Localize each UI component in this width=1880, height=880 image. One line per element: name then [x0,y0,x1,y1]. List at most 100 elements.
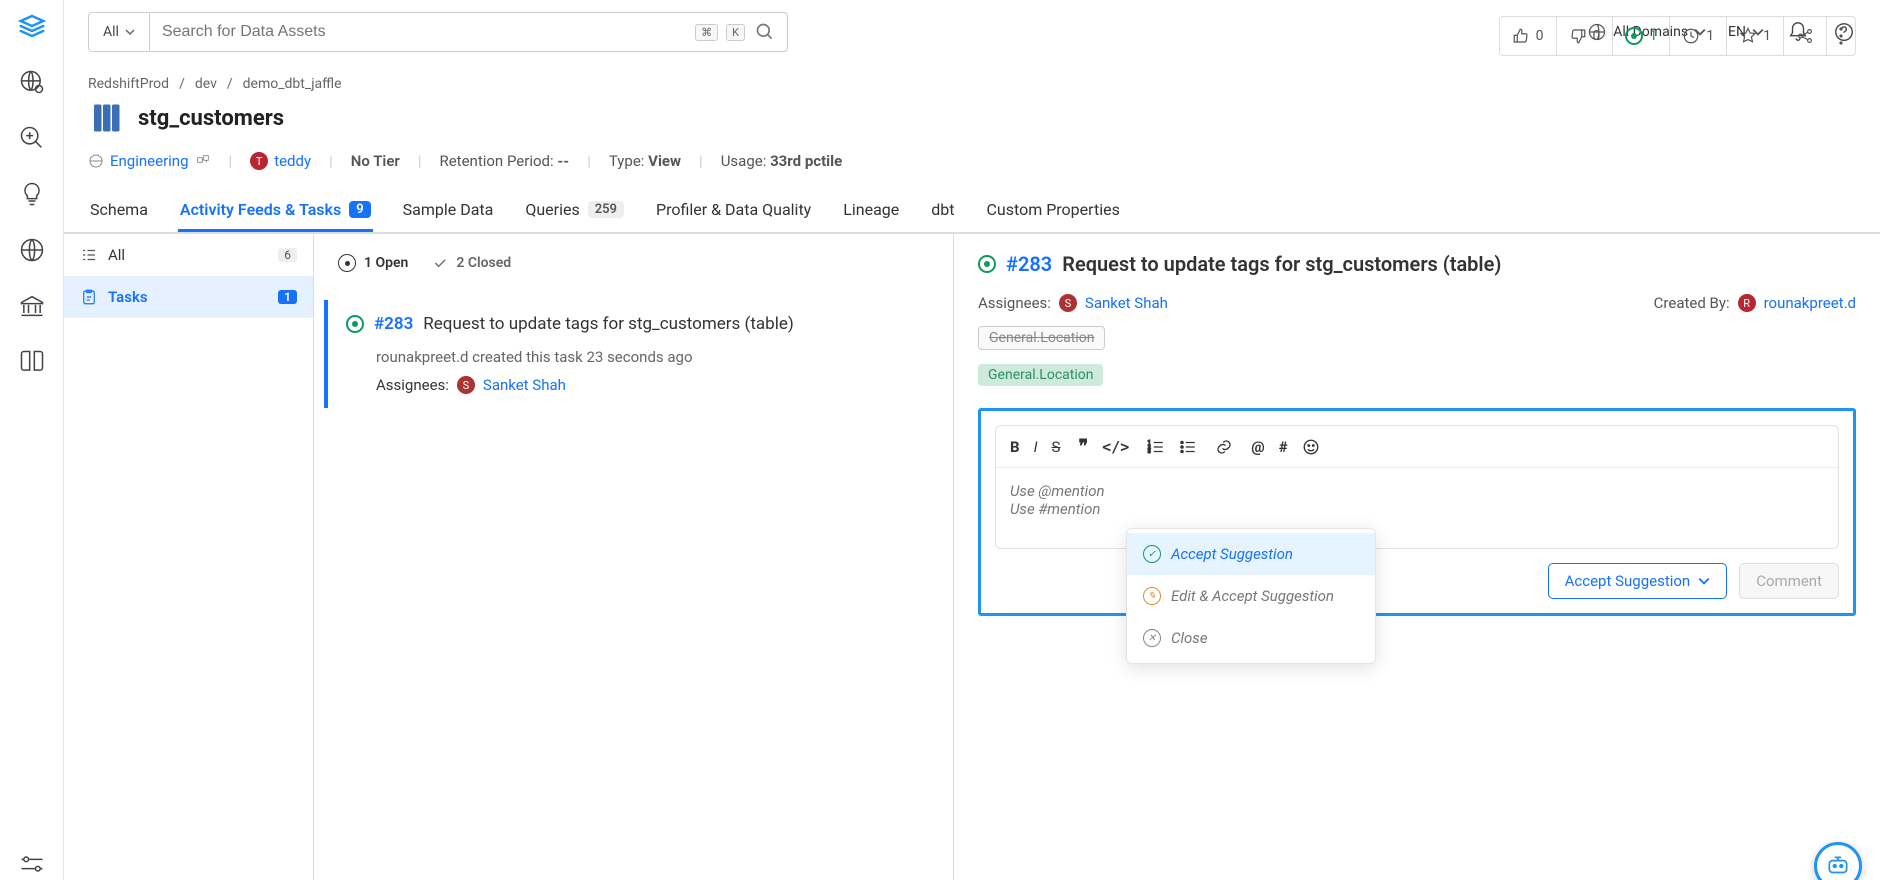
emoji-icon[interactable] [1302,438,1320,456]
search-scope-label: All [103,24,119,40]
breadcrumb-root[interactable]: RedshiftProd [88,76,169,92]
hashtag-icon[interactable]: # [1279,438,1288,456]
more-button[interactable] [1827,17,1855,55]
lightbulb-icon[interactable] [16,178,48,210]
creator-link[interactable]: rounakpreet.d [1764,294,1856,312]
page-title: stg_customers [138,106,284,131]
code-icon[interactable]: </> [1102,438,1129,456]
filter-all-count: 6 [278,248,297,262]
type-label: Type: [609,152,645,170]
table-icon [88,100,124,136]
queries-badge: 259 [588,201,624,218]
suggestion-dropdown: ✓ Accept Suggestion ✎ Edit & Accept Sugg… [1126,528,1376,664]
tab-dbt[interactable]: dbt [929,190,956,232]
open-status-icon [346,315,364,333]
accept-suggestion-button[interactable]: Accept Suggestion [1548,563,1728,599]
tab-queries[interactable]: Queries259 [523,190,626,232]
watch-button[interactable]: 1 [1670,17,1727,55]
tabs: Schema Activity Feeds & Tasks9 Sample Da… [88,190,1856,232]
task-created: rounakpreet.d created this task 23 secon… [376,348,925,366]
strike-icon[interactable]: S [1052,438,1061,456]
tag-added: General.Location [978,364,1103,386]
search-submit-icon[interactable] [753,20,777,44]
sliders-icon[interactable] [16,848,48,880]
breadcrumb-mid[interactable]: dev [195,76,217,92]
detail-assignees-label: Assignees: [978,294,1051,312]
tab-profiler[interactable]: Profiler & Data Quality [654,190,813,232]
assignee-avatar: S [457,376,475,394]
kbd-cmd: ⌘ [695,24,718,41]
open-tasks-button[interactable]: 1 [1613,17,1670,55]
action-bar: 0 0 1 1 1 [1499,16,1856,56]
open-filter[interactable]: 1 Open [338,254,408,272]
tab-sample-data[interactable]: Sample Data [401,190,496,232]
open-status-icon [978,255,996,273]
tab-lineage[interactable]: Lineage [841,190,901,232]
star-button[interactable]: 1 [1727,17,1784,55]
globe-icon[interactable] [16,234,48,266]
breadcrumb-leaf[interactable]: demo_dbt_jaffle [243,76,342,92]
kbd-k: K [726,24,745,41]
tab-custom-properties[interactable]: Custom Properties [985,190,1122,232]
link-icon[interactable] [1215,438,1233,456]
menu-close[interactable]: ✕ Close [1127,617,1375,659]
close-circle-icon: ✕ [1143,629,1161,647]
edit-circle-icon: ✎ [1143,587,1161,605]
task-id: #283 [374,314,413,334]
detail-assignee-avatar: S [1059,294,1077,312]
usage-value: 33rd pctile [770,152,842,170]
book-icon[interactable] [16,346,48,378]
task-list-panel: 1 Open 2 Closed #283 Request to update t… [314,234,954,880]
owner-link[interactable]: teddy [274,152,311,170]
filter-sidebar: All 6 Tasks 1 [64,234,314,880]
retention-value: -- [557,152,569,170]
thumbs-down-button[interactable]: 0 [1557,17,1614,55]
svg-text:3: 3 [1148,449,1151,455]
search-scope-select[interactable]: All [89,13,150,51]
search-input[interactable] [150,23,695,41]
page-header: RedshiftProd/ dev/ demo_dbt_jaffle stg_c… [64,64,1880,233]
retention-label: Retention Period: [439,152,553,170]
editor-textarea[interactable]: Use @mention Use #mention ✓ Accept Sugge… [996,468,1838,548]
filter-tasks[interactable]: Tasks 1 [64,276,313,318]
menu-accept-suggestion[interactable]: ✓ Accept Suggestion [1127,533,1375,575]
filter-tasks-count: 1 [278,290,297,304]
assignee-link[interactable]: Sanket Shah [483,376,566,394]
editor-toolbar: B I S ❞ </> 123 [996,426,1838,468]
unordered-list-icon[interactable] [1179,438,1197,456]
quote-icon[interactable]: ❞ [1078,436,1088,457]
created-by-label: Created By: [1654,294,1730,312]
tag-removed: General.Location [978,326,1105,350]
check-circle-icon: ✓ [1143,545,1161,563]
domain-link[interactable]: Engineering [110,152,189,170]
breadcrumb: RedshiftProd/ dev/ demo_dbt_jaffle [88,76,842,92]
detail-task-id: #283 [1006,252,1052,276]
owner-avatar: T [250,152,268,170]
activity-badge: 9 [349,201,370,218]
assignees-label: Assignees: [376,376,449,394]
tab-activity[interactable]: Activity Feeds & Tasks9 [178,190,373,232]
bold-icon[interactable]: B [1010,438,1020,456]
closed-filter[interactable]: 2 Closed [432,254,511,272]
creator-avatar: R [1738,294,1756,312]
tier-value: No Tier [351,152,400,170]
search-bar: All ⌘ K [88,12,788,52]
explore-globe-icon[interactable] [16,66,48,98]
ordered-list-icon[interactable]: 123 [1147,438,1165,456]
detail-task-title: Request to update tags for stg_customers… [1062,252,1501,276]
italic-icon[interactable]: I [1034,438,1038,456]
thumbs-up-button[interactable]: 0 [1500,17,1557,55]
app-logo[interactable] [16,10,48,42]
task-card[interactable]: #283 Request to update tags for stg_cust… [324,300,943,408]
search-icon[interactable] [16,122,48,154]
mention-icon[interactable]: @ [1251,438,1264,456]
tab-schema[interactable]: Schema [88,190,150,232]
task-detail-panel: #283 Request to update tags for stg_cust… [954,234,1880,880]
share-button[interactable] [1784,17,1827,55]
filter-all[interactable]: All 6 [64,234,313,276]
menu-edit-accept[interactable]: ✎ Edit & Accept Suggestion [1127,575,1375,617]
bank-icon[interactable] [16,290,48,322]
task-title: Request to update tags for stg_customers… [423,314,793,334]
detail-assignee-link[interactable]: Sanket Shah [1085,294,1168,312]
left-nav [0,0,64,880]
